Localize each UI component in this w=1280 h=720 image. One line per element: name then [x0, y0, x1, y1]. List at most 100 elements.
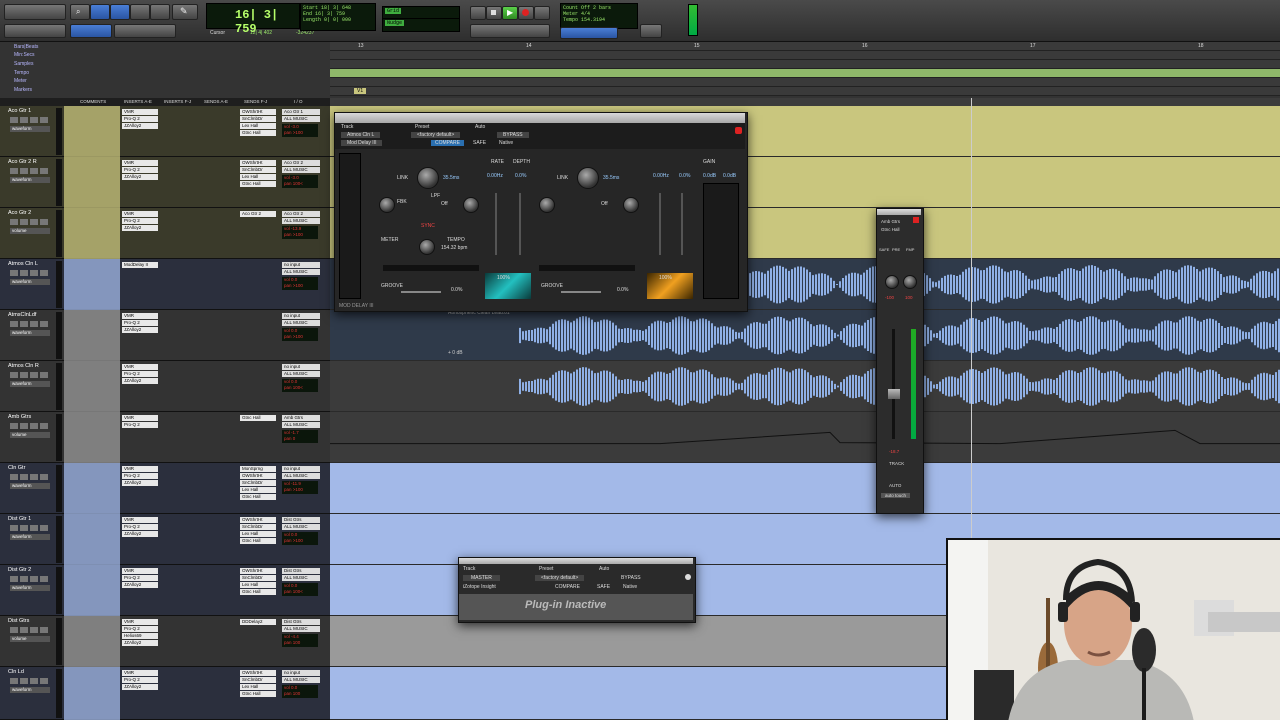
record-button[interactable] [518, 6, 534, 20]
insert-slot[interactable]: JZAlloy2 [122, 640, 158, 646]
input-monitor-button[interactable] [20, 423, 28, 429]
insert-slot[interactable]: JZAlloy2 [122, 480, 158, 486]
volume-pan-display[interactable]: vol 0.0 pan >100 [282, 328, 318, 341]
comments-field[interactable] [64, 463, 120, 514]
insert-slot[interactable]: JZAlloy2 [122, 327, 158, 333]
close-icon[interactable] [735, 127, 742, 134]
track-header[interactable]: Atmos Cln R waveform VMR Pro-Q 2 JZAlloy2 no … [0, 361, 330, 412]
tempo-knob[interactable] [419, 239, 435, 255]
record-enable-button[interactable] [10, 525, 18, 531]
send-slot[interactable]: Gtnc Hall [240, 538, 276, 544]
track-name[interactable]: Aco Gtr 1 [8, 108, 31, 114]
record-enable-button[interactable] [10, 423, 18, 429]
pencil-tool-button[interactable]: ✎ [172, 4, 198, 20]
insert-slot[interactable]: Pro-Q 2 [122, 218, 158, 224]
solo-button[interactable] [30, 270, 38, 276]
insert-slot[interactable]: VMR [122, 466, 158, 472]
track-input[interactable]: no input [282, 670, 320, 676]
plugin-titlebar[interactable] [335, 113, 745, 123]
track-output[interactable]: ALL MUSIC [282, 371, 320, 377]
record-enable-button[interactable] [10, 321, 18, 327]
track-header[interactable]: AtmsClnLdf waveform VMR Pro-Q 2 JZAlloy2 no i… [0, 310, 330, 361]
track-name[interactable]: Dist Gtrs [8, 618, 29, 624]
minsecs-ruler[interactable] [330, 51, 1280, 60]
grabber-tool-button[interactable] [130, 4, 150, 20]
send-slot[interactable]: SnClmbDr [240, 677, 276, 683]
input-monitor-button[interactable] [20, 576, 28, 582]
track-input[interactable]: no input [282, 313, 320, 319]
mute-button[interactable] [40, 117, 48, 123]
delay-knob-right[interactable] [577, 167, 599, 189]
insert-slot[interactable]: Pro-Q 2 [122, 320, 158, 326]
insert-slot[interactable]: JZAlloy2 [122, 582, 158, 588]
comments-field[interactable] [64, 565, 120, 616]
insert-slot[interactable]: Pro-Q 2 [122, 626, 158, 632]
send-slot[interactable]: Lex Hall [240, 684, 276, 690]
track-view-selector[interactable]: waveform [10, 687, 50, 693]
track-view-selector[interactable]: waveform [10, 330, 50, 336]
lpf-knob-right[interactable] [623, 197, 639, 213]
send-slot[interactable]: SnClmbDr [240, 575, 276, 581]
safe-button[interactable]: SAFE [879, 247, 889, 252]
send-slot[interactable]: SnClmbDr [240, 524, 276, 530]
mute-button[interactable] [40, 525, 48, 531]
track-output[interactable]: ALL MUSIC [282, 626, 320, 632]
stop-button[interactable] [486, 6, 502, 20]
track-selector[interactable]: Atmos Cln L [341, 132, 381, 138]
solo-button[interactable] [30, 576, 38, 582]
track-button[interactable]: TRACK [889, 461, 904, 466]
send-slot[interactable]: Aco Gtr 2 [240, 211, 276, 217]
bypass-button[interactable]: BYPASS [621, 575, 641, 581]
sync-button[interactable]: SYNC [421, 223, 435, 229]
mute-button[interactable] [40, 627, 48, 633]
track-name[interactable]: Amb Gtrs [8, 414, 31, 420]
insert-slot[interactable]: Helios69 [122, 633, 158, 639]
send-slot[interactable]: Lex Hall [240, 531, 276, 537]
send-slot[interactable]: Gtnc Hall [240, 415, 276, 421]
insert-slot[interactable]: Pro-Q 2 [122, 575, 158, 581]
solo-button[interactable] [30, 627, 38, 633]
track-output[interactable]: ALL MUSIC [282, 269, 320, 275]
link-right[interactable]: LINK [557, 175, 568, 181]
feedback-knob-right[interactable] [539, 197, 555, 213]
track-view-selector[interactable]: volume [10, 432, 50, 438]
output-window[interactable]: Amb Gtrs Gtnc Hall SAFE PRE FMP -100 100… [876, 208, 924, 514]
track-lane[interactable] [330, 463, 1280, 514]
pre-button[interactable]: PRE [892, 247, 900, 252]
clip-gain[interactable]: + 0 dB [448, 350, 463, 356]
solo-button[interactable] [30, 321, 38, 327]
comments-field[interactable] [64, 514, 120, 565]
record-enable-button[interactable] [10, 474, 18, 480]
track-name[interactable]: Atmos Cln R [8, 363, 39, 369]
record-enable-button[interactable] [10, 576, 18, 582]
track-name[interactable]: Dist Gtr 1 [8, 516, 31, 522]
send-slot[interactable]: Gtnc Hall [240, 691, 276, 697]
edit-tool-buttons-row2[interactable] [114, 24, 176, 38]
comments-field[interactable] [64, 208, 120, 259]
insert-slot[interactable]: VMR [122, 517, 158, 523]
insert-slot[interactable]: VMR [122, 670, 158, 676]
insert-slot[interactable]: VMR [122, 568, 158, 574]
solo-button[interactable] [30, 372, 38, 378]
volume-pan-display[interactable]: vol -4.4 pan 100 [282, 634, 318, 647]
solo-button[interactable] [30, 219, 38, 225]
input-monitor-button[interactable] [20, 321, 28, 327]
track-output[interactable]: ALL MUSIC [282, 473, 320, 479]
bypass-button[interactable]: BYPASS [497, 132, 529, 138]
send-slot[interactable]: SnClmbDr [240, 116, 276, 122]
automation-mode[interactable]: auto touch [881, 493, 911, 498]
volume-pan-display[interactable]: vol 0.0 pan 100 [282, 685, 318, 698]
main-counter[interactable]: 16| 3| 759 [206, 3, 300, 36]
insert-slot[interactable]: JZAlloy2 [122, 225, 158, 231]
volume-pan-display[interactable]: vol 0.0 pan >100 [282, 277, 318, 290]
track-output[interactable]: ALL MUSIC [282, 320, 320, 326]
pan-knob-left[interactable] [885, 275, 899, 289]
note-value-selector-right[interactable] [539, 265, 635, 271]
safe-button[interactable]: SAFE [473, 140, 486, 146]
track-name[interactable]: Dist Gtr 2 [8, 567, 31, 573]
track-header[interactable]: Amb Gtrs volume VMR Pro-Q 2 Gtnc Hall Amb Gtr… [0, 412, 330, 463]
track-view-selector[interactable]: waveform [10, 177, 50, 183]
tempo-meter-display[interactable]: Count Off 2 bars Meter 4/4 Tempo 154.319… [560, 3, 638, 29]
track-name[interactable]: AtmsClnLdf [8, 312, 36, 318]
track-view-selector[interactable]: volume [10, 228, 50, 234]
